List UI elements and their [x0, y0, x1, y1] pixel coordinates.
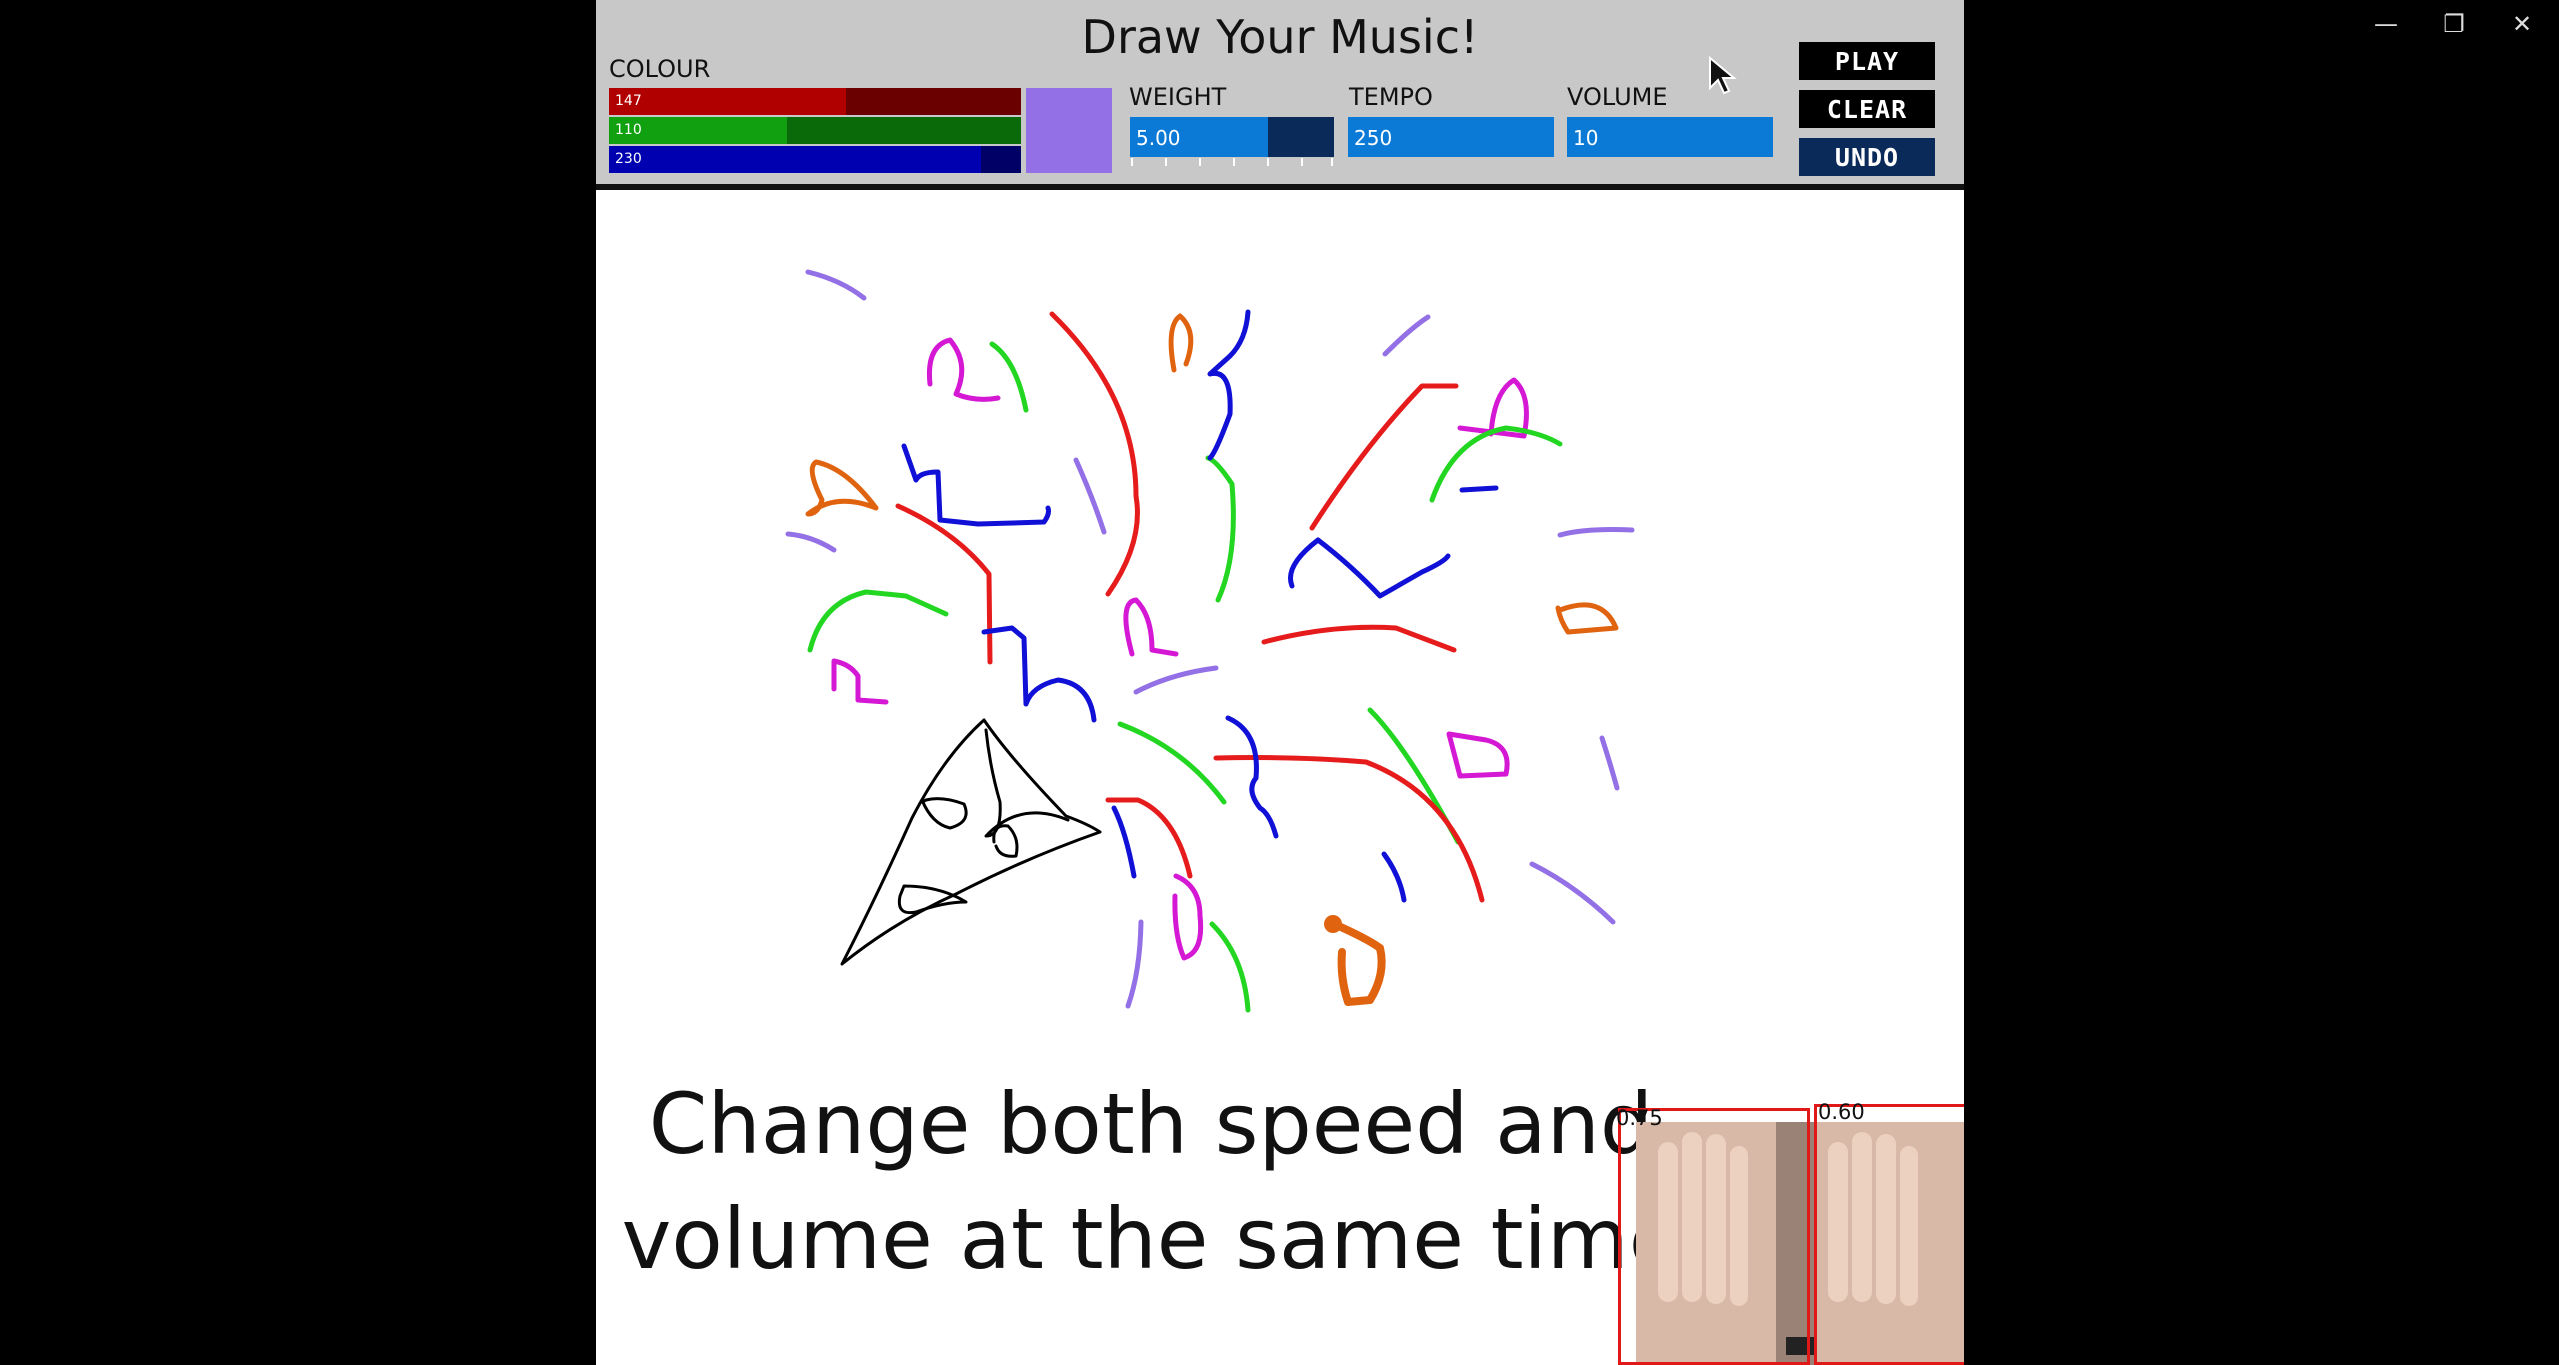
colour-label: COLOUR: [609, 55, 711, 83]
weight-value: 5.00: [1136, 126, 1181, 150]
weight-ticks: [1131, 158, 1333, 166]
volume-label: VOLUME: [1567, 83, 1668, 111]
app-window: Draw Your Music! COLOUR 147 110 230 WEIG…: [596, 0, 1964, 1365]
green-value: 110: [615, 122, 642, 138]
colour-swatch: [1026, 88, 1112, 173]
mouse-cursor-icon: [1709, 56, 1737, 95]
toolbar: Draw Your Music! COLOUR 147 110 230 WEIG…: [596, 0, 1964, 190]
caption-line-2: volume at the same time: [621, 1190, 1681, 1288]
tempo-label: TEMPO: [1349, 83, 1433, 111]
red-value: 147: [615, 93, 642, 109]
blue-slider[interactable]: 230: [609, 146, 1021, 173]
weight-label: WEIGHT: [1129, 83, 1227, 111]
hand-detection-box-right: [1814, 1104, 1964, 1365]
tempo-value: 250: [1354, 126, 1393, 150]
tempo-slider[interactable]: 250: [1348, 117, 1554, 157]
weight-slider[interactable]: 5.00: [1130, 117, 1334, 157]
right-detection-score: 0.60: [1818, 1100, 1865, 1124]
minimize-icon[interactable]: —: [2354, 6, 2418, 42]
black-drawing: [840, 718, 1102, 966]
play-button[interactable]: PLAY: [1799, 42, 1935, 80]
blue-value: 230: [615, 151, 642, 167]
hand-detection-box-left: [1618, 1108, 1810, 1365]
clear-button[interactable]: CLEAR: [1799, 90, 1935, 128]
close-icon[interactable]: ✕: [2490, 6, 2554, 42]
red-strokes: [895, 311, 1485, 903]
page-title: Draw Your Music!: [1081, 10, 1479, 64]
purple-strokes: [785, 269, 1635, 1009]
orange-thick-stroke: [1330, 920, 1386, 1006]
caption-line-1: Change both speed and: [648, 1075, 1654, 1173]
volume-slider[interactable]: 10: [1567, 117, 1773, 157]
magenta-strokes: [831, 337, 1529, 961]
volume-value: 10: [1573, 126, 1599, 150]
restore-icon[interactable]: ❐: [2422, 6, 2486, 42]
drawing-canvas[interactable]: [596, 196, 1964, 1056]
undo-button[interactable]: UNDO: [1799, 138, 1935, 176]
red-slider[interactable]: 147: [609, 88, 1021, 115]
left-detection-score: 0.75: [1616, 1106, 1663, 1130]
green-slider[interactable]: 110: [609, 117, 1021, 144]
